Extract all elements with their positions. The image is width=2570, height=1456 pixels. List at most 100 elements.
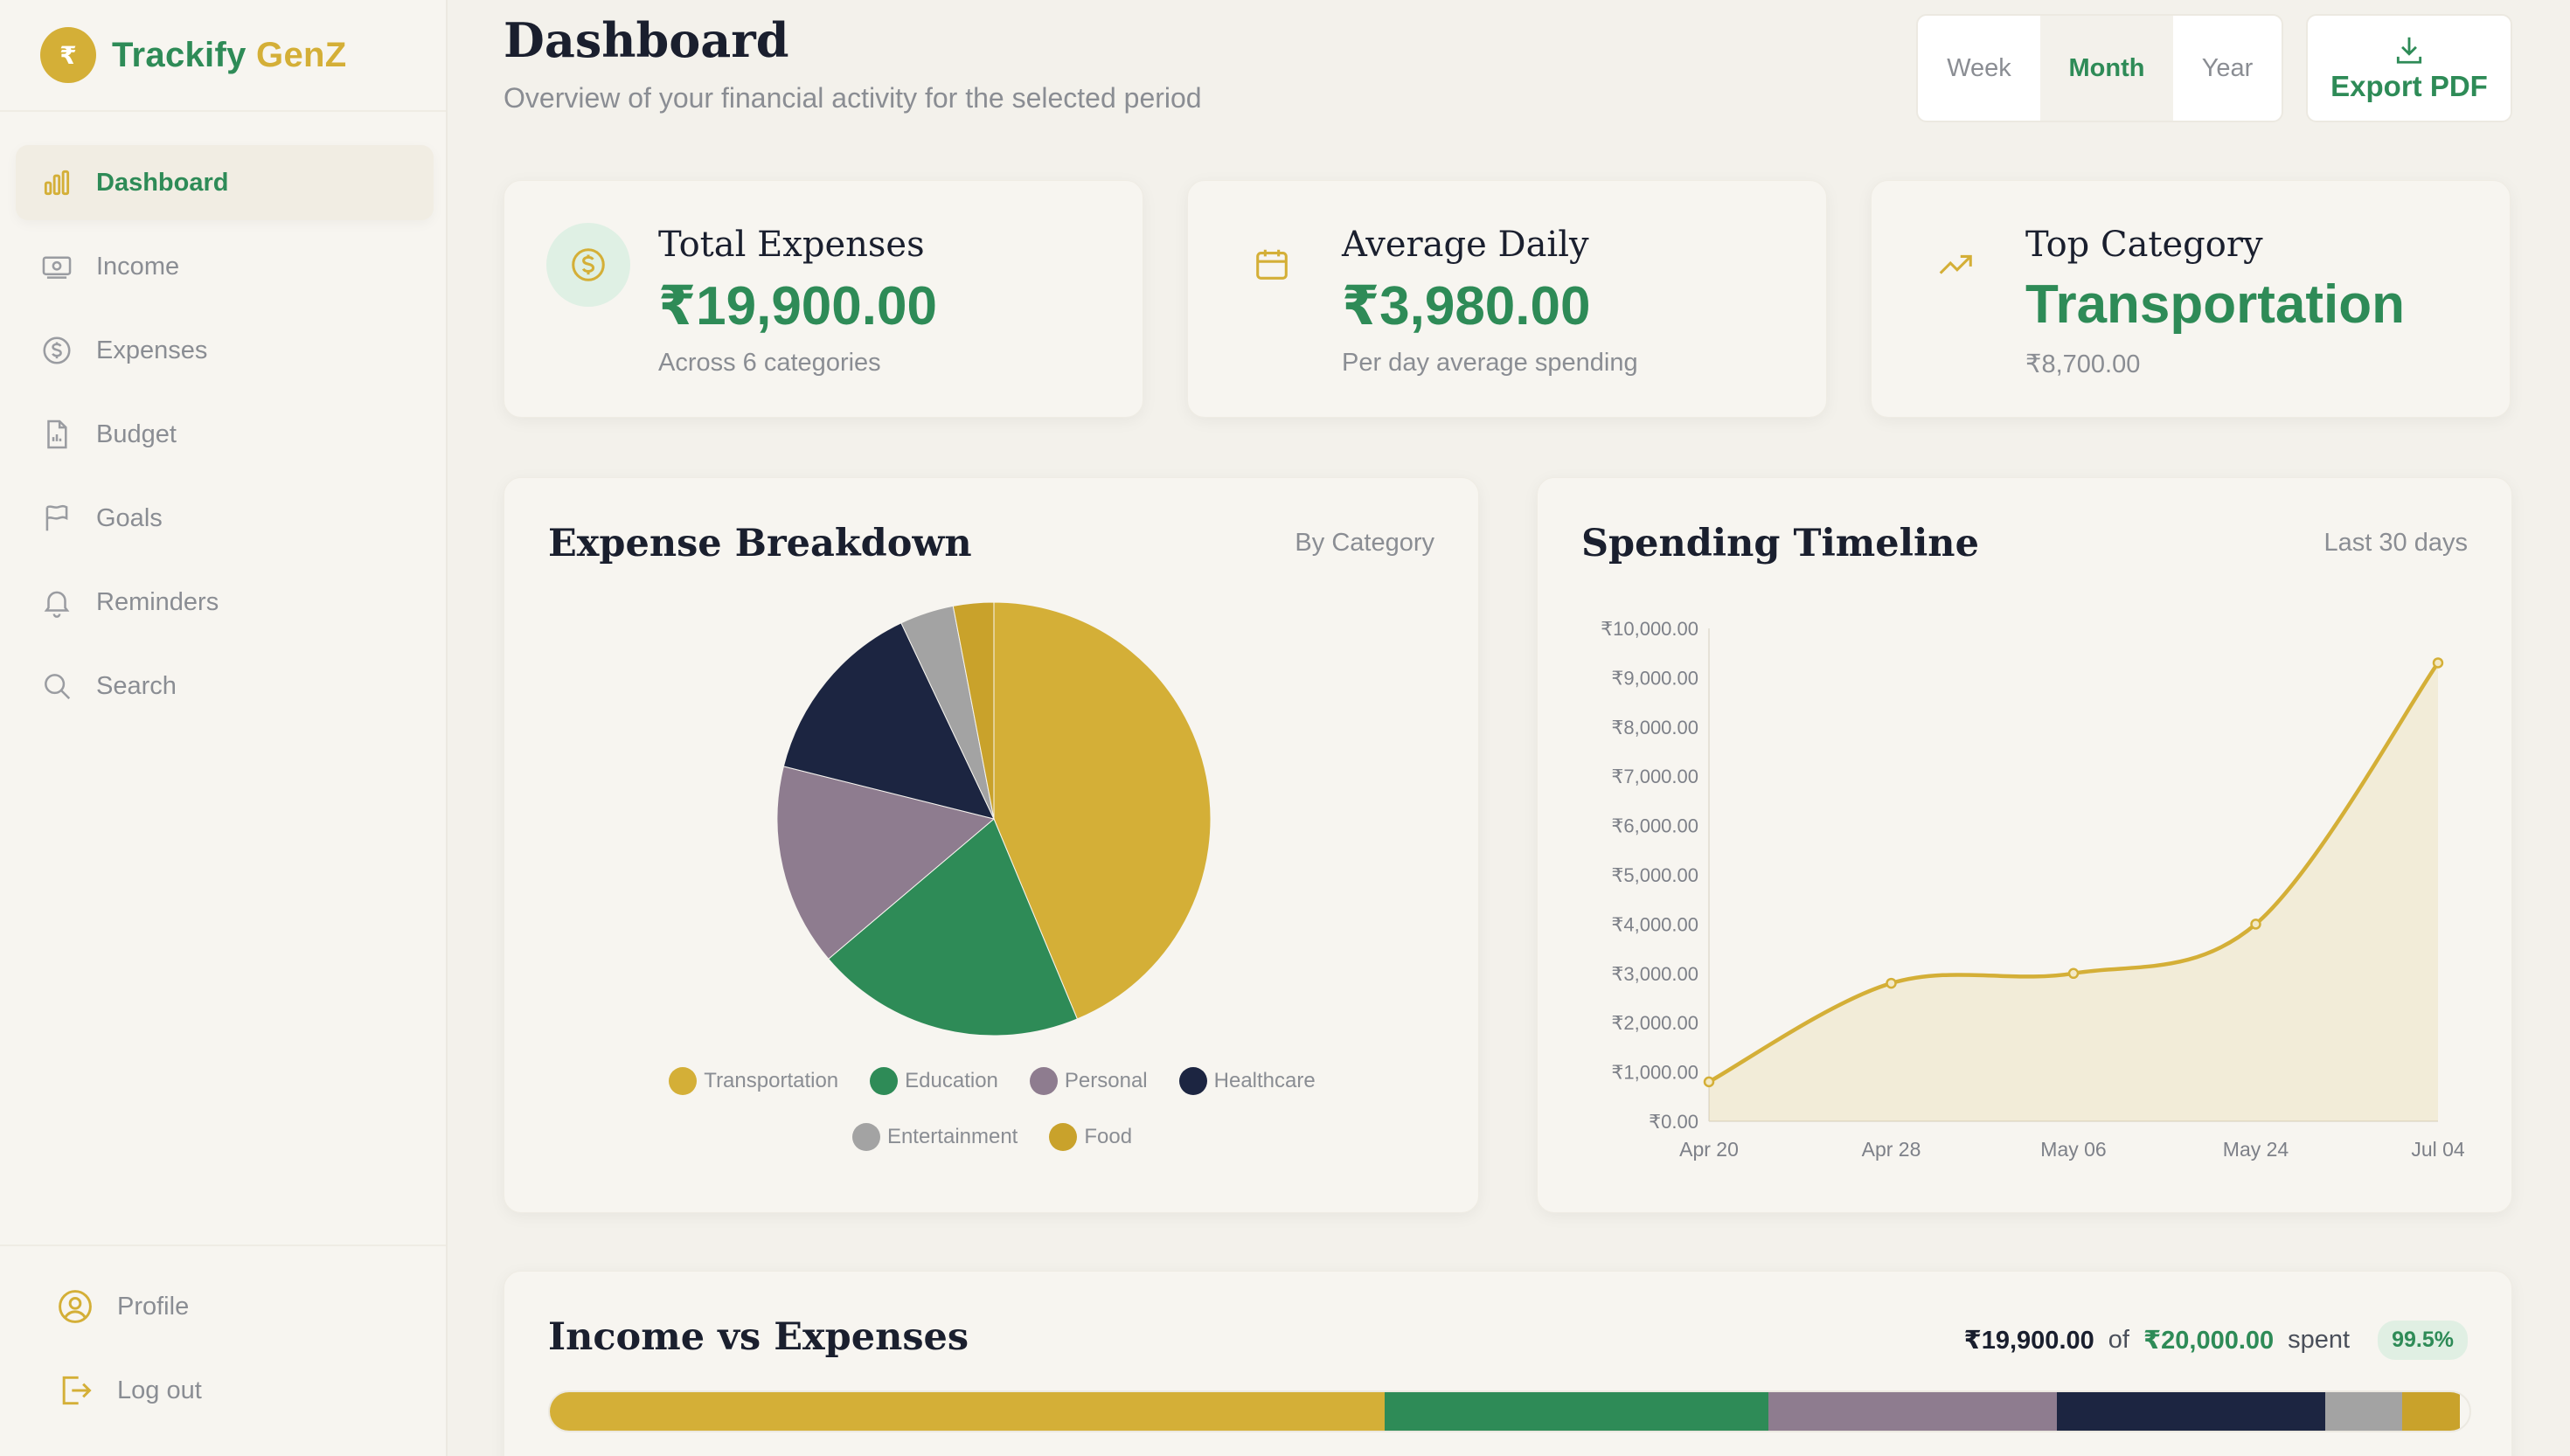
- legend-item-transportation[interactable]: Transportation: [669, 1067, 838, 1095]
- sidebar-item-label: Budget: [96, 419, 177, 448]
- sidebar-item-goals[interactable]: Goals: [16, 481, 434, 556]
- rupee-logo-icon: ₹: [40, 27, 96, 83]
- bar-segment-entertainment[interactable]: [2325, 1392, 2403, 1431]
- trending-up-icon: [1914, 223, 1997, 307]
- spent-amount: ₹19,900.00: [1963, 1327, 2094, 1355]
- legend-item-healthcare[interactable]: Healthcare: [1178, 1067, 1316, 1095]
- legend-swatch: [1178, 1067, 1207, 1095]
- y-tick-label: ₹0.00: [1649, 1111, 1698, 1133]
- legend-item-personal[interactable]: Personal: [1029, 1067, 1148, 1095]
- legend-swatch: [851, 1123, 880, 1151]
- legend-label: Personal: [1064, 1069, 1148, 1092]
- bar-segment-transportation[interactable]: [550, 1392, 1386, 1431]
- page-subtitle: Overview of your financial activity for …: [504, 82, 1202, 114]
- bar-segment-education[interactable]: [1385, 1392, 1769, 1431]
- pie-legend-row2: Entertainment Food: [504, 1123, 1480, 1151]
- document-chart-icon: [47, 419, 67, 449]
- sidebar-item-label: Goals: [96, 503, 163, 532]
- legend-swatch: [1029, 1067, 1058, 1095]
- legend-item-education[interactable]: Education: [870, 1067, 998, 1095]
- income-vs-expenses-panel: Income vs Expenses ₹19,900.00 of ₹20,000…: [504, 1271, 2512, 1456]
- spending-timeline-panel: Spending Timeline Last 30 days ₹0.00 ₹1,0…: [1537, 477, 2512, 1213]
- legend-label: Education: [905, 1069, 998, 1092]
- sidebar-item-budget[interactable]: Budget: [16, 397, 434, 472]
- legend-label: Healthcare: [1213, 1069, 1316, 1092]
- expense-breakdown-panel: Expense Breakdown By Category Transporta…: [504, 477, 1479, 1213]
- period-month-button[interactable]: Month: [2040, 16, 2173, 121]
- stat-value: ₹3,980.00: [1342, 276, 1591, 336]
- spending-point[interactable]: [1703, 1076, 1715, 1088]
- category-stacked-bar: [548, 1390, 2471, 1432]
- y-tick-label: ₹5,000.00: [1611, 864, 1698, 886]
- user-circle-icon: [59, 1290, 92, 1323]
- y-tick-label: ₹1,000.00: [1611, 1062, 1698, 1084]
- y-tick-label: ₹8,000.00: [1611, 717, 1698, 738]
- sidebar-nav: Dashboard Income Expenses Budget Goals R…: [16, 145, 434, 732]
- sidebar-item-label: Dashboard: [96, 168, 229, 197]
- spent-text: spent: [2288, 1326, 2351, 1354]
- legend-label: Entertainment: [886, 1125, 1018, 1148]
- spending-point[interactable]: [2432, 657, 2444, 669]
- legend-label: Transportation: [704, 1069, 839, 1092]
- divider: [0, 1245, 446, 1246]
- calendar-icon: [1230, 223, 1314, 307]
- bar-chart-icon: [44, 170, 70, 196]
- legend-swatch: [870, 1067, 899, 1095]
- stat-card-average-daily: Average Daily ₹3,980.00 Per day average …: [1187, 180, 1827, 418]
- sidebar-bottom-nav: Profile Log out: [37, 1269, 421, 1437]
- stat-value: ₹19,900.00: [658, 276, 937, 336]
- dollar-circle-icon: [43, 336, 71, 364]
- legend-item-entertainment[interactable]: Entertainment: [851, 1123, 1018, 1151]
- app-name: Trackify GenZ: [112, 36, 346, 75]
- stat-sub: Per day average spending: [1342, 349, 1638, 377]
- sidebar-item-dashboard[interactable]: Dashboard: [16, 145, 434, 220]
- sidebar-item-profile[interactable]: Profile: [37, 1269, 421, 1344]
- divider: [0, 110, 446, 112]
- legend-swatch: [1049, 1123, 1078, 1151]
- period-year-button[interactable]: Year: [2173, 16, 2282, 121]
- spending-point[interactable]: [2067, 967, 2080, 980]
- y-tick-label: ₹10,000.00: [1601, 618, 1698, 640]
- sidebar-item-income[interactable]: Income: [16, 229, 434, 304]
- spending-point[interactable]: [1886, 977, 1897, 989]
- sidebar-item-expenses[interactable]: Expenses: [16, 313, 434, 388]
- sidebar-item-label: Profile: [117, 1292, 190, 1321]
- stat-label: Average Daily: [1342, 225, 1589, 265]
- legend-item-food[interactable]: Food: [1049, 1123, 1132, 1151]
- export-pdf-button[interactable]: Export PDF: [2306, 14, 2512, 122]
- period-toggle: Week Month Year: [1916, 14, 2283, 122]
- bell-icon: [44, 591, 70, 618]
- search-icon: [45, 674, 71, 700]
- spending-point[interactable]: [2250, 919, 2261, 930]
- sidebar-item-logout[interactable]: Log out: [37, 1353, 421, 1428]
- panel-tag: By Category: [1295, 529, 1434, 557]
- brand[interactable]: ₹ Trackify GenZ: [40, 26, 346, 84]
- bar-segment-food[interactable]: [2402, 1392, 2460, 1431]
- flag-icon: [45, 504, 68, 531]
- stat-sub: Across 6 categories: [658, 349, 881, 377]
- y-tick-label: ₹2,000.00: [1611, 1012, 1698, 1034]
- dollar-circle-icon: [546, 223, 630, 307]
- bar-segment-healthcare[interactable]: [2056, 1392, 2326, 1431]
- stat-sub: ₹8,700.00: [2025, 350, 2141, 378]
- period-week-button[interactable]: Week: [1918, 16, 2040, 121]
- x-tick-label: Apr 28: [1862, 1138, 1921, 1161]
- banknote-icon: [42, 256, 72, 279]
- y-tick-label: ₹4,000.00: [1611, 913, 1698, 935]
- sidebar-item-label: Income: [96, 252, 180, 281]
- spending-line-chart: ₹0.00 ₹1,000.00 ₹2,000.00 ₹3,000.00 ₹4,000.0…: [1601, 618, 2465, 1161]
- bar-segment-personal[interactable]: [1768, 1392, 2057, 1431]
- sidebar-item-label: Log out: [117, 1376, 202, 1404]
- spend-summary: ₹19,900.00 of ₹20,000.00 spent 99.5%: [1964, 1321, 2468, 1360]
- sidebar-item-search[interactable]: Search: [16, 648, 434, 724]
- legend-label: Food: [1084, 1125, 1133, 1148]
- x-tick-label: Apr 20: [1679, 1138, 1739, 1161]
- app-name-part1: Trackify: [112, 35, 247, 74]
- pie-legend-row1: Transportation Education Personal Healthcar…: [504, 1067, 1480, 1095]
- sidebar-item-reminders[interactable]: Reminders: [16, 565, 434, 640]
- download-icon: [2396, 37, 2422, 64]
- spending-area-fill: [1709, 662, 2438, 1121]
- x-tick-label: May 06: [2040, 1138, 2106, 1161]
- y-tick-label: ₹9,000.00: [1611, 667, 1698, 689]
- sidebar: ₹ Trackify GenZ Dashboard Income Expense…: [0, 0, 448, 1456]
